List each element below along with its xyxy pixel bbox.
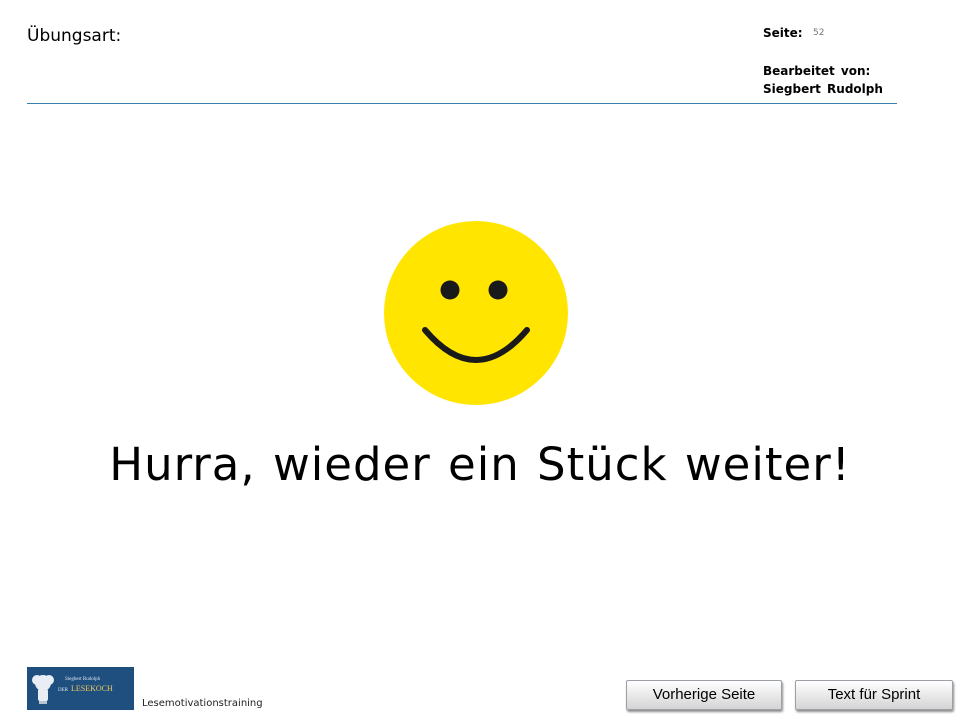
page-label: Seite: bbox=[763, 26, 803, 40]
program-name: Lesemotivationstraining bbox=[142, 698, 263, 709]
editor-block: Bearbeitet von: Siegbert Rudolph bbox=[763, 62, 883, 98]
slide-page: Übungsart: Seite: 52 Bearbeitet von: Sie… bbox=[0, 0, 960, 720]
lesekoch-logo: Siegbert Rudolph DER LESEKOCH bbox=[27, 667, 134, 710]
logo-prefix: DER bbox=[58, 688, 69, 693]
editor-name: Siegbert Rudolph bbox=[763, 82, 883, 96]
smiley-face-icon bbox=[384, 221, 568, 405]
previous-page-button[interactable]: Vorherige Seite bbox=[626, 680, 782, 710]
smiley-face bbox=[384, 221, 568, 405]
exercise-type-label: Übungsart: bbox=[27, 26, 122, 46]
motivation-message: Hurra, wieder ein Stück weiter! bbox=[109, 438, 851, 491]
edited-by-label: Bearbeitet von: bbox=[763, 64, 871, 78]
smiley-left-eye bbox=[440, 280, 460, 300]
logo-brand: LESEKOCH bbox=[71, 684, 113, 693]
smiley-right-eye bbox=[488, 280, 508, 300]
page-number: 52 bbox=[813, 28, 825, 38]
header-divider bbox=[27, 103, 897, 104]
logo-author: Siegbert Rudolph bbox=[65, 677, 101, 682]
text-for-sprint-button[interactable]: Text für Sprint bbox=[795, 680, 953, 710]
